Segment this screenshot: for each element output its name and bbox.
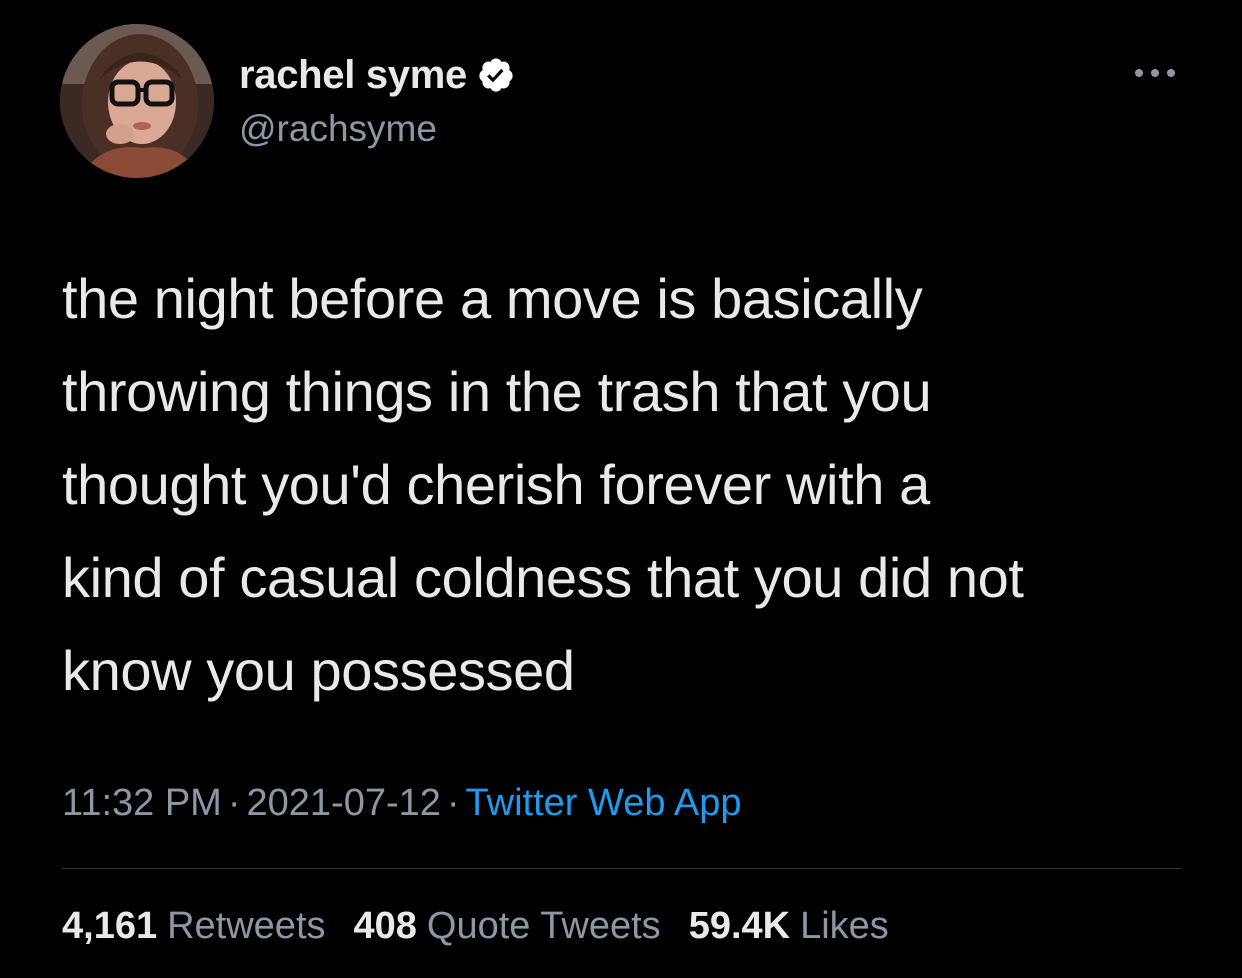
more-options-icon[interactable] xyxy=(1130,58,1180,88)
avatar-image xyxy=(60,24,214,178)
quote-tweets-label: Quote Tweets xyxy=(426,905,661,947)
retweets-stat[interactable]: 4,161 Retweets xyxy=(62,905,326,948)
quote-tweets-stat[interactable]: 408 Quote Tweets xyxy=(354,905,661,948)
tweet-source-link[interactable]: Twitter Web App xyxy=(466,782,742,824)
retweets-count: 4,161 xyxy=(62,905,158,947)
retweets-label: Retweets xyxy=(167,905,326,947)
tweet-date[interactable]: 2021-07-12 xyxy=(247,782,441,824)
tweet-stats: 4,161 Retweets 408 Quote Tweets 59.4K Likes xyxy=(62,905,889,948)
tweet-card: rachel syme @rachsyme the night before a… xyxy=(0,0,1242,978)
author-name-row: rachel syme xyxy=(239,52,515,98)
divider xyxy=(62,868,1182,869)
meta-separator: · xyxy=(227,782,241,824)
likes-count: 59.4K xyxy=(688,905,791,947)
author-handle[interactable]: @rachsyme xyxy=(239,108,437,150)
tweet-meta: 11:32 PM · 2021-07-12 · Twitter Web App xyxy=(62,782,742,825)
likes-label: Likes xyxy=(800,905,889,947)
meta-separator: · xyxy=(446,782,460,824)
quote-tweets-count: 408 xyxy=(353,905,417,947)
tweet-text: the night before a move is basically thr… xyxy=(62,267,1024,702)
likes-stat[interactable]: 59.4K Likes xyxy=(689,905,889,948)
author-display-name[interactable]: rachel syme xyxy=(239,53,467,98)
verified-badge-icon xyxy=(477,56,515,94)
tweet-time[interactable]: 11:32 PM xyxy=(62,782,222,824)
avatar[interactable] xyxy=(60,24,214,178)
